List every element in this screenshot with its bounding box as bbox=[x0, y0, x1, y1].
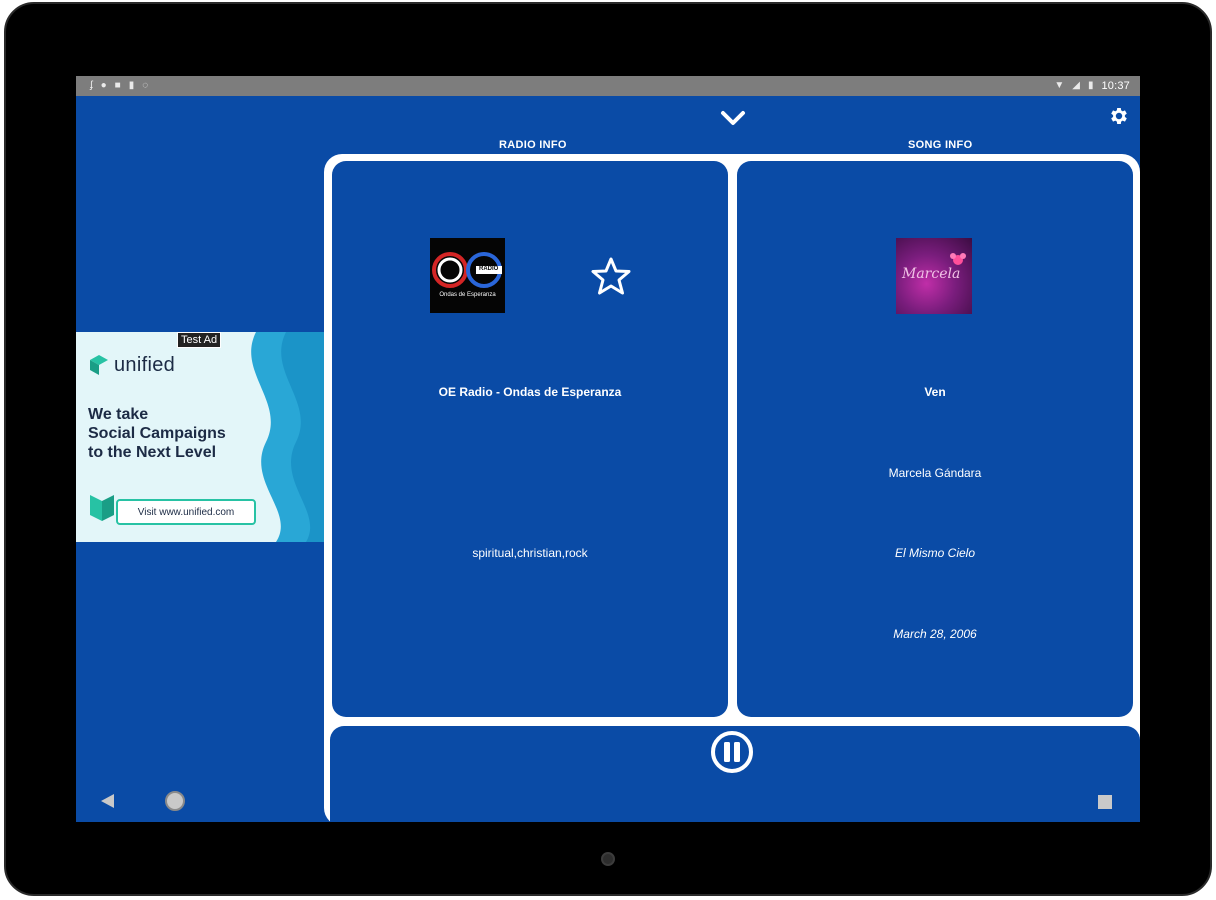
home-icon[interactable] bbox=[164, 790, 186, 812]
settings-button[interactable] bbox=[1108, 105, 1130, 127]
station-logo: RADIO Ondas de Esperanza bbox=[430, 238, 505, 313]
unified-logo-icon bbox=[90, 355, 108, 375]
radio-info-card: RADIO Ondas de Esperanza OE Radio - Onda… bbox=[332, 161, 728, 717]
album-art: Marcela bbox=[896, 238, 972, 314]
station-logo-text: Ondas de Esperanza bbox=[439, 292, 496, 298]
star-outline-icon bbox=[591, 257, 631, 295]
station-name: OE Radio - Ondas de Esperanza bbox=[438, 385, 622, 399]
ad-headline-line: to the Next Level bbox=[88, 444, 217, 461]
ad-headline-line: Social Campaigns bbox=[88, 425, 226, 442]
battery-icon: ▮ bbox=[1087, 80, 1094, 91]
ad-banner[interactable]: Test Ad unified We take Social Campaigns… bbox=[76, 332, 324, 542]
collapse-button[interactable] bbox=[718, 106, 748, 130]
ad-brand: unified bbox=[114, 354, 176, 376]
download-icon: ■ bbox=[114, 80, 121, 91]
signal-a-icon: ʄ bbox=[90, 80, 93, 91]
sd-card-icon: ▮ bbox=[128, 80, 135, 91]
status-time: 10:37 bbox=[1101, 80, 1130, 92]
ad-headline: We take Social Campaigns to the Next Lev… bbox=[88, 405, 258, 462]
navigation-bar bbox=[76, 778, 1140, 826]
status-bar: ʄ ● ■ ▮ ◌ ▼ ◢ ▮ 10:37 bbox=[76, 76, 1140, 96]
song-release-date: March 28, 2006 bbox=[893, 627, 977, 641]
favorite-button[interactable] bbox=[590, 256, 632, 296]
gear-icon bbox=[1111, 108, 1127, 124]
station-tags: spiritual,christian,rock bbox=[472, 546, 588, 560]
song-info-label: SONG INFO bbox=[908, 139, 973, 151]
status-left-icons: ʄ ● ■ ▮ ◌ bbox=[90, 81, 148, 91]
recents-icon[interactable] bbox=[1098, 795, 1112, 809]
album-flower-icon bbox=[950, 253, 966, 265]
cell-signal-icon: ◢ bbox=[1072, 80, 1080, 91]
android-icon: ● bbox=[100, 80, 107, 91]
back-icon[interactable] bbox=[98, 792, 116, 810]
sync-icon: ◌ bbox=[142, 80, 149, 91]
ad-headline-line: We take bbox=[88, 406, 149, 423]
song-title: Ven bbox=[924, 385, 946, 399]
ad-cta-button[interactable]: Visit www.unified.com bbox=[116, 499, 256, 525]
station-logo-graphic bbox=[432, 252, 502, 288]
pause-icon bbox=[711, 731, 753, 773]
wifi-icon: ▼ bbox=[1054, 80, 1065, 91]
station-logo-badge: RADIO bbox=[479, 266, 499, 272]
pause-button[interactable] bbox=[710, 730, 754, 774]
song-album: El Mismo Cielo bbox=[894, 546, 975, 560]
ad-test-badge: Test Ad bbox=[177, 332, 222, 348]
unified-cta-mark-icon bbox=[90, 495, 114, 521]
chevron-down-icon bbox=[721, 111, 745, 125]
song-artist: Marcela Gándara bbox=[888, 466, 982, 480]
song-info-card: Marcela Ven Marcela Gándara El Mismo Cie… bbox=[737, 161, 1133, 717]
radio-info-label: RADIO INFO bbox=[499, 139, 567, 151]
status-right-icons: ▼ ◢ ▮ 10:37 bbox=[1054, 80, 1130, 92]
front-camera bbox=[601, 852, 615, 866]
app-screen: ʄ ● ■ ▮ ◌ ▼ ◢ ▮ 10:37 RADIO INFO SONG IN… bbox=[76, 76, 1140, 822]
